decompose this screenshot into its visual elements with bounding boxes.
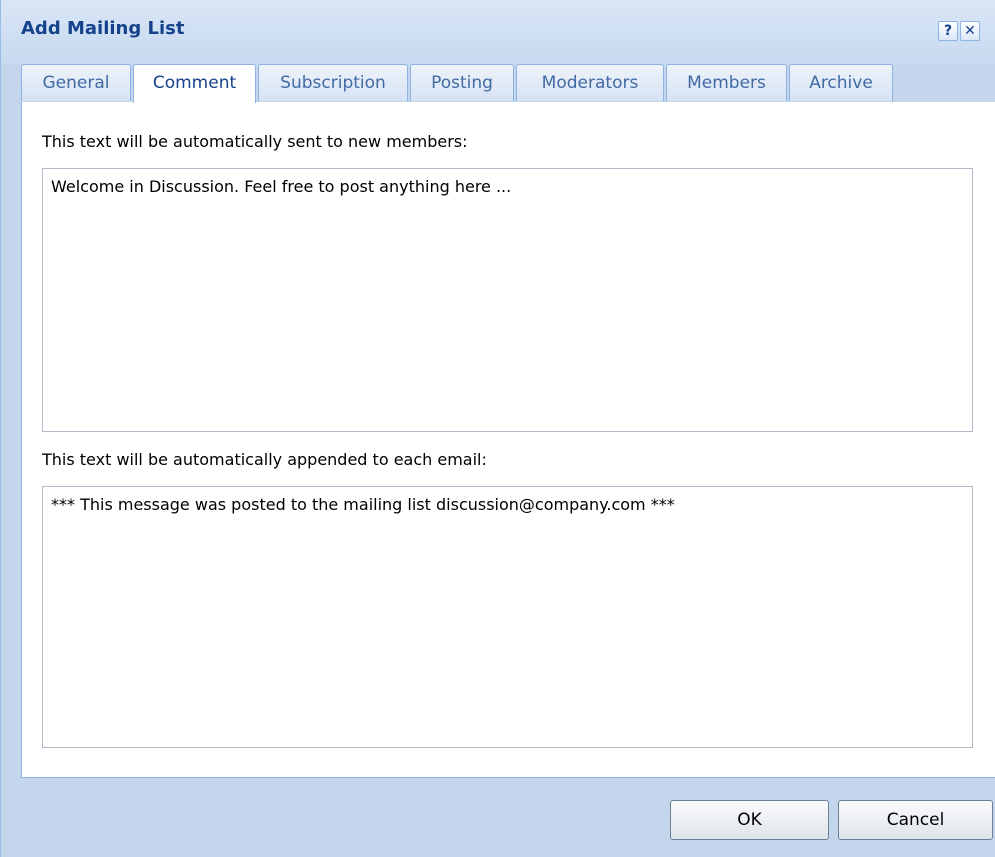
add-mailing-list-dialog: Add Mailing List ? ✕ General Comment Sub… xyxy=(0,0,995,857)
tab-moderators[interactable]: Moderators xyxy=(516,64,664,101)
welcome-text-label: This text will be automatically sent to … xyxy=(42,132,468,151)
dialog-titlebar[interactable]: Add Mailing List ? ✕ xyxy=(1,0,995,64)
cancel-button[interactable]: Cancel xyxy=(838,800,993,840)
welcome-text-input[interactable]: Welcome in Discussion. Feel free to post… xyxy=(42,168,973,432)
ok-button[interactable]: OK xyxy=(670,800,829,840)
help-icon[interactable]: ? xyxy=(938,21,958,41)
tab-archive[interactable]: Archive xyxy=(789,64,893,101)
close-icon[interactable]: ✕ xyxy=(960,21,980,41)
tab-subscription[interactable]: Subscription xyxy=(258,64,408,101)
footer-text-input[interactable]: *** This message was posted to the maili… xyxy=(42,486,973,748)
tab-general[interactable]: General xyxy=(21,64,131,101)
comment-panel: This text will be automatically sent to … xyxy=(21,102,995,778)
tab-posting[interactable]: Posting xyxy=(410,64,514,101)
tab-strip: General Comment Subscription Posting Mod… xyxy=(21,64,995,103)
footer-text-label: This text will be automatically appended… xyxy=(42,450,487,469)
dialog-title: Add Mailing List xyxy=(21,18,185,39)
tab-members[interactable]: Members xyxy=(666,64,787,101)
tab-comment[interactable]: Comment xyxy=(133,64,256,103)
